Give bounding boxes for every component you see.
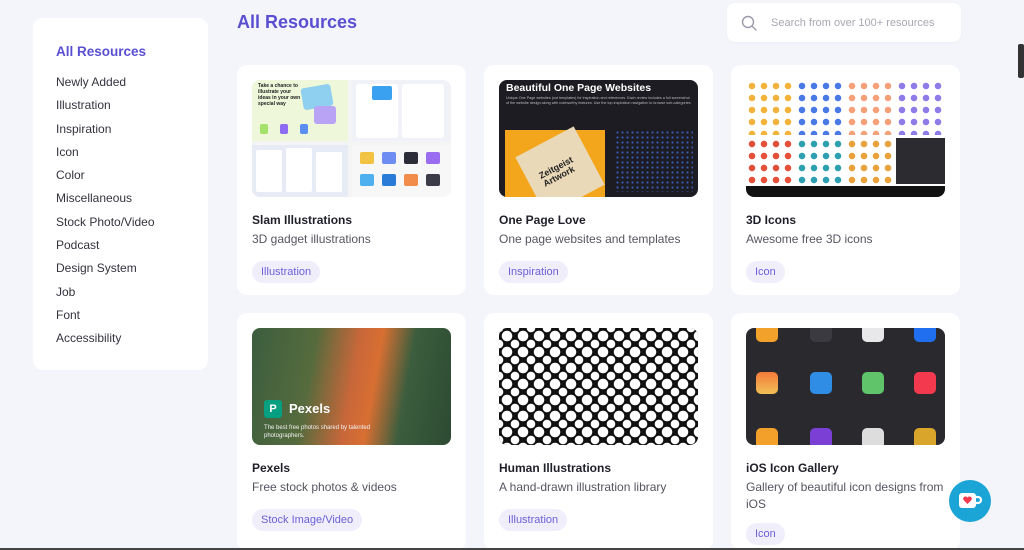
card-tag[interactable]: Icon (746, 523, 785, 545)
card-title: Human Illustrations (499, 461, 612, 475)
card-description: Awesome free 3D icons (746, 232, 873, 246)
sidebar-item-newly-added[interactable]: Newly Added (56, 71, 208, 94)
sidebar-item-inspiration[interactable]: Inspiration (56, 118, 208, 141)
scrollbar-thumb[interactable] (1018, 44, 1024, 78)
search-input[interactable] (771, 16, 951, 29)
card-description: Gallery of beautiful icon designs from i… (746, 480, 944, 511)
search-box[interactable] (727, 3, 961, 42)
card-tag[interactable]: Inspiration (499, 261, 568, 283)
thumb-caption: Take a chance to illustrate your ideas i… (258, 83, 301, 107)
search-icon (741, 15, 757, 31)
thumb-headline: Beautiful One Page Websites (506, 82, 652, 94)
card-title: Pexels (252, 461, 291, 475)
pexels-logo-icon: P (264, 400, 282, 418)
sidebar-item-font[interactable]: Font (56, 304, 208, 327)
card-description: 3D gadget illustrations (252, 232, 371, 246)
sidebar-item-podcast[interactable]: Podcast (56, 234, 208, 257)
thumb-subtext: Unique One Page websites (not templates)… (506, 96, 692, 105)
sidebar-item-stock-photo-video[interactable]: Stock Photo/Video (56, 211, 208, 234)
resource-card-ios-icon-gallery[interactable]: iOS Icon Gallery Gallery of beautiful ic… (731, 313, 960, 550)
card-tag[interactable]: Icon (746, 261, 785, 283)
card-title: 3D Icons (746, 213, 797, 227)
sidebar-item-all-resources[interactable]: All Resources (56, 44, 208, 59)
card-tag[interactable]: Illustration (252, 261, 321, 283)
card-title: Slam Illustrations (252, 213, 353, 227)
card-tag[interactable]: Illustration (499, 509, 568, 531)
sidebar-item-accessibility[interactable]: Accessibility (56, 327, 208, 350)
card-thumbnail (499, 328, 698, 445)
card-title: One Page Love (499, 213, 586, 227)
sidebar-item-icon[interactable]: Icon (56, 141, 208, 164)
resource-card-pexels[interactable]: P Pexels The best free photos shared by … (237, 313, 466, 550)
card-title: iOS Icon Gallery (746, 461, 839, 475)
sidebar-item-job[interactable]: Job (56, 281, 208, 304)
resource-card-one-page-love[interactable]: Beautiful One Page Websites Unique One P… (484, 65, 713, 295)
resource-card-human-illustrations[interactable]: Human Illustrations A hand-drawn illustr… (484, 313, 713, 550)
card-thumbnail: Beautiful One Page Websites Unique One P… (499, 80, 698, 197)
card-thumbnail: Take a chance to illustrate your ideas i… (252, 80, 451, 197)
card-description: Free stock photos & videos (252, 480, 397, 494)
card-description: One page websites and templates (499, 232, 681, 246)
thumb-subtext: The best free photos shared by talented … (264, 425, 371, 439)
card-tag[interactable]: Stock Image/Video (252, 509, 363, 531)
resource-card-3d-icons[interactable]: 3D Icons Awesome free 3D icons Icon (731, 65, 960, 295)
page-title: All Resources (237, 12, 358, 32)
card-thumbnail (746, 80, 945, 197)
kofi-support-button[interactable] (949, 480, 991, 522)
sidebar-item-color[interactable]: Color (56, 164, 208, 187)
sidebar-item-illustration[interactable]: Illustration (56, 94, 208, 117)
resource-card-slam-illustrations[interactable]: Take a chance to illustrate your ideas i… (237, 65, 466, 295)
card-thumbnail (746, 328, 945, 445)
sidebar-item-design-system[interactable]: Design System (56, 257, 208, 280)
sidebar: All Resources Newly Added Illustration I… (33, 18, 208, 370)
card-description: A hand-drawn illustration library (499, 480, 667, 494)
card-thumbnail: P Pexels The best free photos shared by … (252, 328, 451, 445)
sidebar-item-miscellaneous[interactable]: Miscellaneous (56, 187, 208, 210)
thumb-brand: Pexels (289, 401, 331, 416)
kofi-cup-icon (959, 493, 983, 508)
